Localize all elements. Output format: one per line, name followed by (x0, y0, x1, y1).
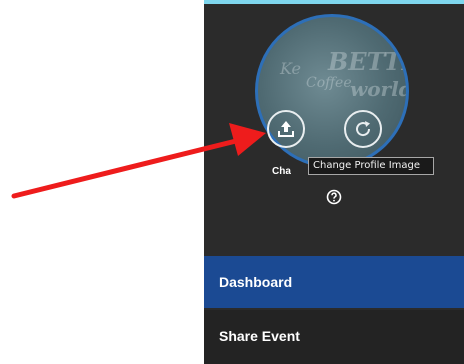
avatar-text: Coffee (306, 75, 352, 91)
avatar-text: BETTER (328, 47, 406, 76)
avatar-text: world (350, 77, 409, 101)
upload-icon (278, 121, 294, 137)
nav-item-share-event[interactable]: Share Event (204, 310, 464, 364)
panel-top-accent (204, 0, 464, 4)
change-image-label: Cha (272, 166, 291, 177)
refresh-icon (356, 121, 371, 137)
nav-item-label: Dashboard (219, 274, 293, 290)
nav-item-dashboard[interactable]: Dashboard (204, 256, 464, 308)
tooltip: Change Profile Image (308, 157, 434, 175)
nav-item-label: Share Event (219, 328, 300, 344)
avatar-text: Ke (280, 59, 301, 78)
help-icon[interactable] (326, 189, 342, 205)
change-profile-image-button[interactable] (267, 110, 305, 148)
reset-profile-image-button[interactable] (344, 110, 382, 148)
